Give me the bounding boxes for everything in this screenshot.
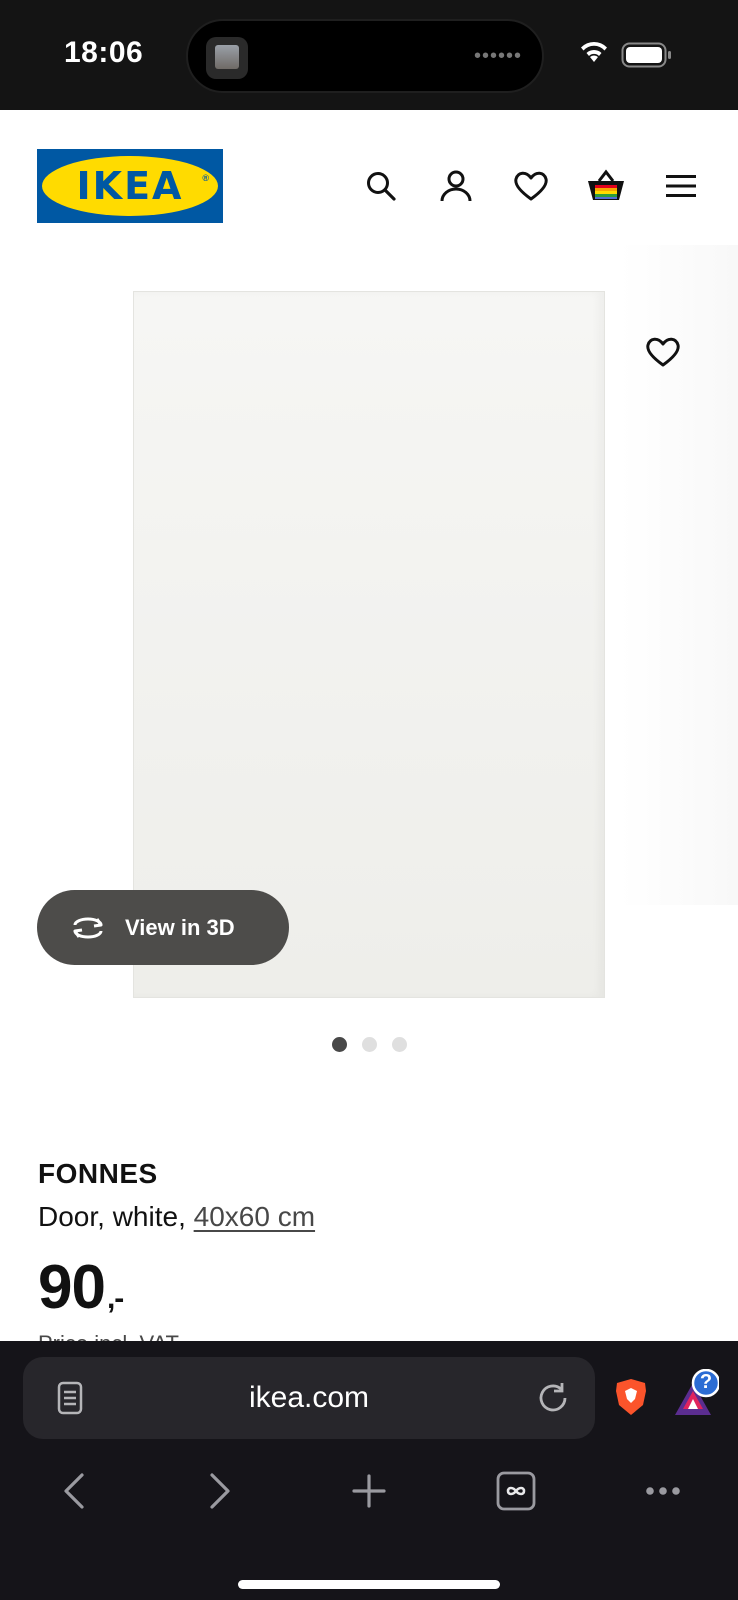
- product-type: Door, white,: [38, 1201, 194, 1232]
- dynamic-island[interactable]: ••••••: [186, 19, 544, 93]
- more-icon[interactable]: [633, 1461, 693, 1521]
- gallery-pagination: [332, 1037, 407, 1052]
- reload-icon[interactable]: [535, 1380, 571, 1416]
- search-icon[interactable]: [361, 166, 401, 206]
- address-bar[interactable]: ikea.com: [23, 1357, 595, 1439]
- back-icon[interactable]: [44, 1461, 104, 1521]
- wifi-icon: [581, 41, 607, 62]
- brave-shields-icon[interactable]: [613, 1377, 649, 1417]
- battery-icon: [621, 42, 671, 68]
- product-description: Door, white, 40x60 cm: [38, 1201, 315, 1233]
- logo-text: IKEA: [76, 164, 184, 208]
- rotate-3d-icon: [69, 915, 107, 941]
- product-name: FONNES: [38, 1158, 158, 1189]
- pagination-dot-2[interactable]: [362, 1037, 377, 1052]
- heart-icon[interactable]: [511, 166, 551, 206]
- status-bar: 18:06 ••••••: [0, 0, 738, 110]
- new-tab-icon[interactable]: [339, 1461, 399, 1521]
- size-link[interactable]: 40x60 cm: [194, 1201, 315, 1232]
- browser-nav-row: [0, 1461, 738, 1521]
- now-playing-thumbnail: [206, 37, 248, 79]
- ikea-logo[interactable]: IKEA ®: [37, 149, 223, 223]
- heart-outline-icon: [646, 337, 680, 367]
- favourite-button[interactable]: [642, 331, 684, 373]
- home-indicator[interactable]: [238, 1580, 500, 1589]
- rewards-badge: ?: [699, 1371, 713, 1393]
- pagination-dot-1[interactable]: [332, 1037, 347, 1052]
- product-price: 90,-: [38, 1252, 124, 1323]
- menu-icon[interactable]: [661, 166, 701, 206]
- view-in-3d-label: View in 3D: [125, 914, 235, 940]
- view-in-3d-button[interactable]: View in 3D: [37, 890, 289, 965]
- island-activity-dots: ••••••: [473, 45, 522, 67]
- price-suffix: ,-: [106, 1282, 124, 1315]
- browser-toolbar: ikea.com ?: [0, 1341, 738, 1600]
- profile-icon[interactable]: [436, 166, 476, 206]
- pagination-dot-3[interactable]: [392, 1037, 407, 1052]
- basket-icon[interactable]: [586, 166, 626, 206]
- forward-icon[interactable]: [190, 1461, 250, 1521]
- logo-registered-mark: ®: [202, 173, 209, 183]
- tabs-icon[interactable]: [486, 1461, 546, 1521]
- price-main: 90: [38, 1253, 106, 1322]
- url-text: ikea.com: [248, 1381, 370, 1414]
- status-time: 18:06: [64, 36, 144, 69]
